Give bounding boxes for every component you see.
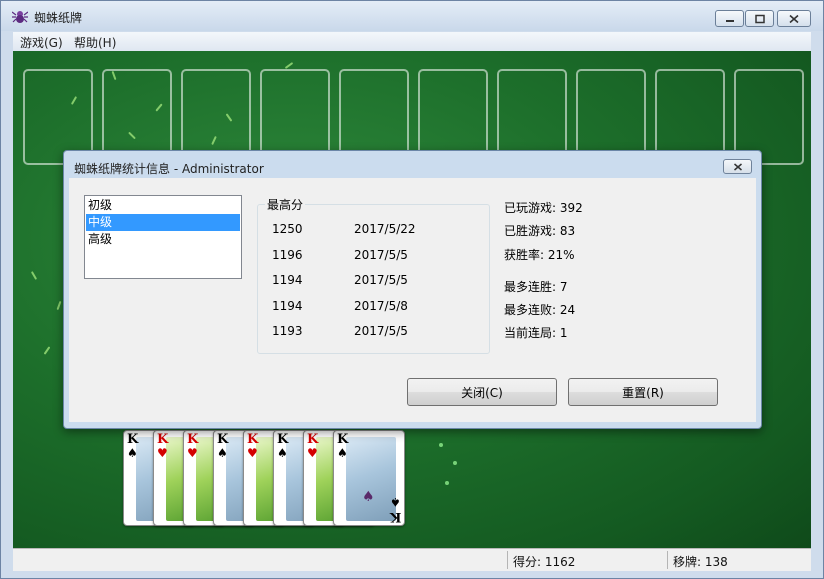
card-rank: K <box>389 509 401 524</box>
card-suit: ♥ <box>157 446 168 460</box>
card-rank: K <box>247 432 259 447</box>
longest-win-streak: 最多连胜: 7 <box>504 280 568 294</box>
spade-icon: ♠ <box>362 489 375 505</box>
high-score-value: 1196 <box>272 248 303 262</box>
difficulty-item-beginner[interactable]: 初级 <box>86 197 240 214</box>
spider-app-icon <box>12 11 28 23</box>
score-readout: 得分: 1162 <box>513 555 576 569</box>
card-suit: ♠ <box>390 495 401 509</box>
status-divider <box>667 551 668 569</box>
high-score-value: 1193 <box>272 324 303 338</box>
card-suit: ♥ <box>307 446 318 460</box>
close-window-button[interactable] <box>777 10 811 27</box>
leaf-decoration <box>43 346 51 355</box>
minimize-button[interactable] <box>715 10 744 27</box>
difficulty-list[interactable]: 初级 中级 高级 <box>84 195 242 279</box>
leaf-decoration <box>30 271 38 280</box>
card-suit: ♠ <box>277 446 288 460</box>
high-score-date: 2017/5/22 <box>354 222 416 236</box>
statistics-dialog: 蜘蛛纸牌统计信息 - Administrator 初级 中级 高级 最高分 12… <box>63 150 762 429</box>
status-bar: 得分: 1162 移牌: 138 <box>13 548 811 571</box>
win-rate: 获胜率: 21% <box>504 248 575 262</box>
menu-help[interactable]: 帮助(H) <box>74 34 116 51</box>
moves-readout: 移牌: 138 <box>673 555 728 569</box>
high-score-value: 1194 <box>272 273 303 287</box>
card-suit: ♠ <box>337 446 348 460</box>
leaf-decoration <box>56 300 62 311</box>
card-rank: K <box>157 432 169 447</box>
card-rank: K <box>307 432 319 447</box>
leaf-decoration <box>284 62 294 69</box>
card-rank: K <box>277 432 289 447</box>
status-divider <box>507 551 508 569</box>
card-suit: ♥ <box>187 446 198 460</box>
card-rank: K <box>127 432 139 447</box>
current-streak: 当前连局: 1 <box>504 326 568 340</box>
high-scores-label: 最高分 <box>265 196 306 213</box>
close-button[interactable]: 关闭(C) <box>407 378 557 406</box>
card-art <box>346 437 396 521</box>
card-rank: K <box>337 432 349 447</box>
high-score-value: 1250 <box>272 222 303 236</box>
spider-solitaire-window: 蜘蛛纸牌 游戏(G) 帮助(H) K ♠ K ♥ K ♥ K ♠ K ♥ K ♠… <box>0 0 824 579</box>
longest-losing-streak: 最多连败: 24 <box>504 303 576 317</box>
card-suit: ♠ <box>217 446 228 460</box>
title-bar[interactable]: 蜘蛛纸牌 <box>1 1 823 31</box>
close-icon <box>789 14 799 23</box>
high-score-value: 1194 <box>272 299 303 313</box>
maximize-icon <box>754 14 765 23</box>
card-suit: ♥ <box>247 446 258 460</box>
close-icon <box>733 162 742 171</box>
reset-button[interactable]: 重置(R) <box>568 378 718 406</box>
sparkle-decoration <box>439 443 443 447</box>
maximize-button[interactable] <box>745 10 774 27</box>
games-won: 已胜游戏: 83 <box>504 224 576 238</box>
sparkle-decoration <box>445 481 449 485</box>
dialog-body: 初级 中级 高级 最高分 1250 2017/5/22 1196 2017/5/… <box>69 178 756 422</box>
minimize-icon <box>725 19 734 22</box>
menu-bar: 游戏(G) 帮助(H) <box>13 32 811 52</box>
window-title: 蜘蛛纸牌 <box>34 11 83 25</box>
dialog-close-button[interactable] <box>723 159 752 174</box>
high-score-date: 2017/5/8 <box>354 299 408 313</box>
difficulty-item-intermediate[interactable]: 中级 <box>86 214 240 231</box>
high-score-date: 2017/5/5 <box>354 248 408 262</box>
sparkle-decoration <box>453 461 457 465</box>
difficulty-item-advanced[interactable]: 高级 <box>86 231 240 248</box>
games-played: 已玩游戏: 392 <box>504 201 583 215</box>
menu-game[interactable]: 游戏(G) <box>20 34 63 51</box>
high-score-date: 2017/5/5 <box>354 273 408 287</box>
dialog-title: 蜘蛛纸牌统计信息 - Administrator <box>74 162 264 176</box>
card-rank: K <box>217 432 229 447</box>
card[interactable]: K ♠ ♠ ♠ K <box>333 430 405 526</box>
card-rank: K <box>187 432 199 447</box>
high-score-date: 2017/5/5 <box>354 324 408 338</box>
card-suit: ♠ <box>127 446 138 460</box>
